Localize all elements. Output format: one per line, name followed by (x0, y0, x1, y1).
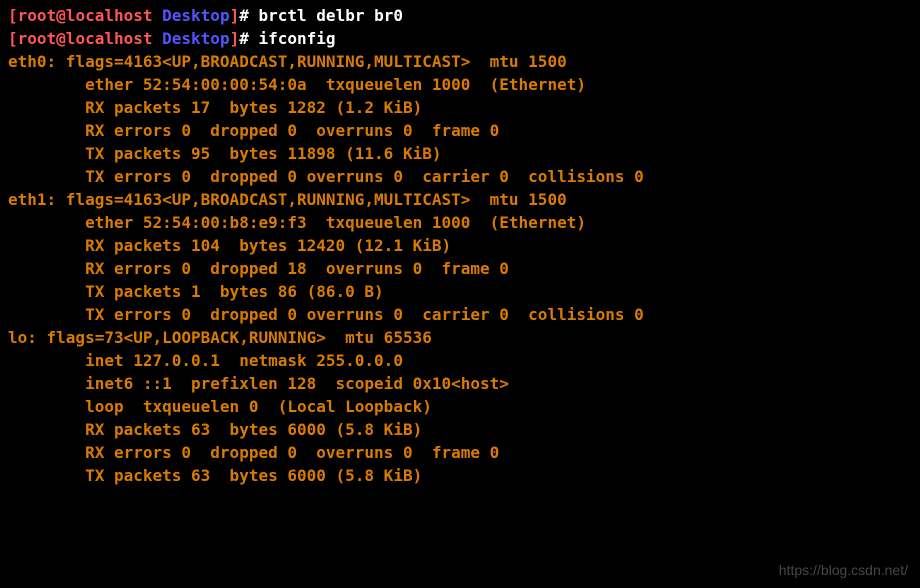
prompt-symbol: # (239, 6, 249, 25)
prompt-user-host: root@localhost (18, 29, 153, 48)
ifconfig-eth1-rxp: RX packets 104 bytes 12420 (12.1 KiB) (8, 234, 912, 257)
ifconfig-eth0-txp: TX packets 95 bytes 11898 (11.6 KiB) (8, 142, 912, 165)
ifconfig-eth1-header: eth1: flags=4163<UP,BROADCAST,RUNNING,MU… (8, 188, 912, 211)
ifconfig-eth1-rxe: RX errors 0 dropped 18 overruns 0 frame … (8, 257, 912, 280)
ifconfig-lo-inet6: inet6 ::1 prefixlen 128 scopeid 0x10<hos… (8, 372, 912, 395)
ifconfig-eth0-ether: ether 52:54:00:00:54:0a txqueuelen 1000 … (8, 73, 912, 96)
prompt-user-host: root@localhost (18, 6, 153, 25)
prompt-open-bracket: [ (8, 29, 18, 48)
ifconfig-lo-txp: TX packets 63 bytes 6000 (5.8 KiB) (8, 464, 912, 487)
ifconfig-eth0-rxe: RX errors 0 dropped 0 overruns 0 frame 0 (8, 119, 912, 142)
ifconfig-eth0-txe: TX errors 0 dropped 0 overruns 0 carrier… (8, 165, 912, 188)
ifconfig-lo-inet: inet 127.0.0.1 netmask 255.0.0.0 (8, 349, 912, 372)
ifconfig-lo-loop: loop txqueuelen 0 (Local Loopback) (8, 395, 912, 418)
ifconfig-eth1-ether: ether 52:54:00:b8:e9:f3 txqueuelen 1000 … (8, 211, 912, 234)
prompt-path: Desktop (162, 29, 229, 48)
ifconfig-eth1-txp: TX packets 1 bytes 86 (86.0 B) (8, 280, 912, 303)
command-2: ifconfig (259, 29, 336, 48)
ifconfig-eth0-rxp: RX packets 17 bytes 1282 (1.2 KiB) (8, 96, 912, 119)
prompt-path: Desktop (162, 6, 229, 25)
ifconfig-lo-rxp: RX packets 63 bytes 6000 (5.8 KiB) (8, 418, 912, 441)
command-1: brctl delbr br0 (259, 6, 404, 25)
ifconfig-lo-rxe: RX errors 0 dropped 0 overruns 0 frame 0 (8, 441, 912, 464)
ifconfig-lo-header: lo: flags=73<UP,LOOPBACK,RUNNING> mtu 65… (8, 326, 912, 349)
ifconfig-eth1-txe: TX errors 0 dropped 0 overruns 0 carrier… (8, 303, 912, 326)
prompt-line-2: [root@localhost Desktop]# ifconfig (8, 27, 912, 50)
terminal-output[interactable]: [root@localhost Desktop]# brctl delbr br… (8, 4, 912, 487)
prompt-open-bracket: [ (8, 6, 18, 25)
watermark-text: https://blog.csdn.net/ (779, 559, 908, 582)
prompt-line-1: [root@localhost Desktop]# brctl delbr br… (8, 4, 912, 27)
ifconfig-eth0-header: eth0: flags=4163<UP,BROADCAST,RUNNING,MU… (8, 50, 912, 73)
prompt-symbol: # (239, 29, 249, 48)
prompt-close-bracket: ] (230, 29, 240, 48)
prompt-close-bracket: ] (230, 6, 240, 25)
